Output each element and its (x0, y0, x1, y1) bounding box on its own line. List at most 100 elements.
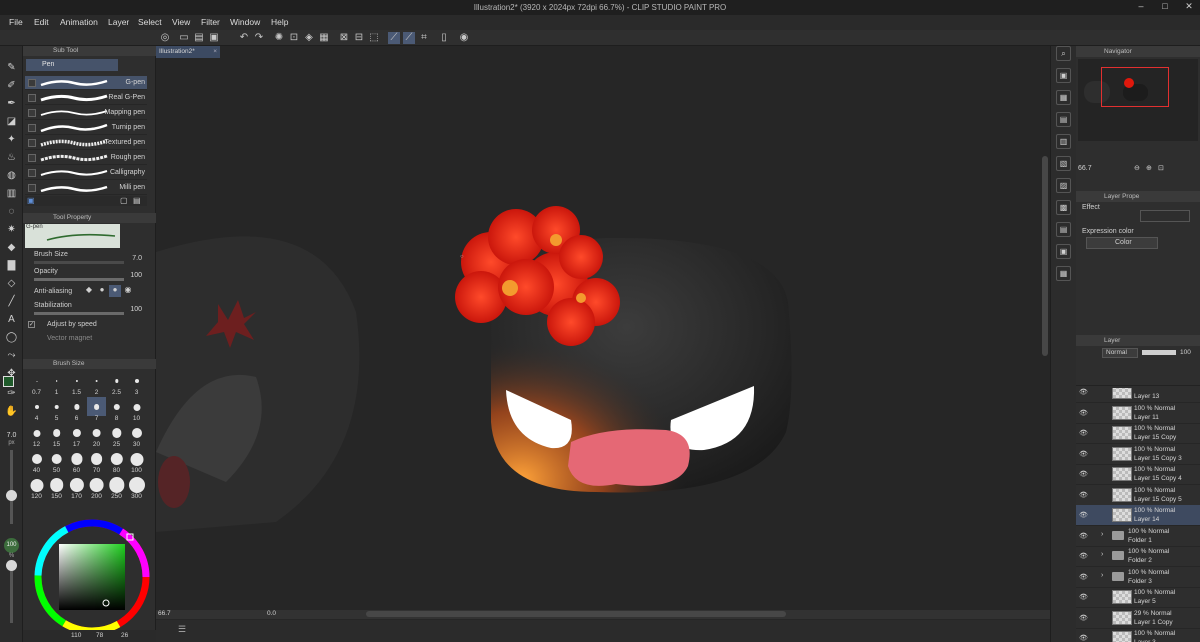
cut-selection-icon[interactable]: ⊠ (338, 32, 350, 44)
brush-size-preset[interactable]: 25 (107, 423, 126, 448)
brush-size-preset[interactable]: 8 (107, 397, 126, 422)
clip-studio-icon[interactable]: ◎ (159, 32, 171, 44)
visibility-eye-icon[interactable]: 👁 (1079, 409, 1088, 417)
menu-window[interactable]: Window (230, 17, 260, 27)
brush-milli-pen[interactable]: Milli pen (25, 181, 147, 195)
layer-row[interactable]: 👁 100 % Normal Layer 14 (1076, 505, 1200, 526)
brush-size-preset[interactable]: 170 (67, 475, 86, 500)
visibility-eye-icon[interactable]: 👁 (1079, 552, 1088, 560)
visibility-eye-icon[interactable]: 👁 (1079, 593, 1088, 601)
layer-row[interactable]: 👁 29 % Normal Layer 1 Copy (1076, 608, 1200, 629)
visibility-eye-icon[interactable]: 👁 (1079, 491, 1088, 499)
visibility-eye-icon[interactable]: 👁 (1079, 429, 1088, 437)
pen-tool-icon[interactable]: ✎ (4, 60, 19, 75)
quick-access-icon[interactable]: ▦ (1056, 266, 1071, 281)
history-icon[interactable]: ▤ (1056, 112, 1071, 127)
snap-grid-icon[interactable]: ⌗ (418, 32, 430, 44)
visibility-eye-icon[interactable]: 👁 (1079, 388, 1088, 396)
zoom-out-icon[interactable]: ⊖ (1134, 164, 1140, 172)
brush-tool-icon[interactable]: ✒ (4, 96, 19, 111)
sub-tool-menu-icon[interactable]: ▣ (27, 196, 35, 205)
deselect-icon[interactable]: ⬚ (368, 32, 380, 44)
brush-calligraphy[interactable]: Calligraphy (25, 166, 147, 180)
new-sub-tool-icon[interactable]: ▢ (120, 196, 128, 205)
brush-checkbox[interactable] (28, 124, 36, 132)
adjust-by-speed-checkbox[interactable]: ✓ (28, 321, 35, 328)
opacity-slider-handle[interactable] (6, 560, 17, 571)
brush-size-preset[interactable]: 200 (87, 475, 106, 500)
menu-select[interactable]: Select (138, 17, 162, 27)
clear-outside-icon[interactable]: ⊡ (288, 32, 300, 44)
balloon-tool-icon[interactable]: ◯ (4, 330, 19, 345)
maximize-button[interactable]: □ (1157, 1, 1173, 13)
close-button[interactable]: ✕ (1181, 1, 1197, 13)
lasso-tool-icon[interactable]: ◌ (4, 204, 19, 219)
brush-size-value[interactable]: 7.0 (132, 255, 142, 262)
frame-tool-icon[interactable]: ▥ (4, 186, 19, 201)
visibility-eye-icon[interactable]: 👁 (1079, 614, 1088, 622)
brush-size-preset[interactable]: 1.5 (67, 371, 86, 396)
brush-rough-pen[interactable]: Rough pen (25, 151, 147, 165)
timeline-icon[interactable]: ☰ (178, 624, 186, 635)
brush-size-preset[interactable]: 4 (27, 397, 46, 422)
aa-strong-icon[interactable]: ◉ (122, 285, 134, 297)
fit-icon[interactable]: ⊡ (1158, 164, 1164, 172)
layer-row[interactable]: 👁100 % NormalLayer 3 (1076, 628, 1200, 642)
menu-edit[interactable]: Edit (34, 17, 49, 27)
canvas-area[interactable]: Illustration2* × ○ 66.7 0.0 ☰ (156, 46, 1050, 642)
menu-filter[interactable]: Filter (201, 17, 220, 27)
navigator-zoom-value[interactable]: 66.7 (1078, 165, 1092, 172)
brush-size-slider[interactable] (10, 450, 13, 524)
brush-checkbox[interactable] (28, 139, 36, 147)
delete-sub-tool-icon[interactable]: ▤ (133, 196, 141, 205)
save-icon[interactable]: ▣ (208, 32, 220, 44)
gradient-tool-icon[interactable]: ▇ (4, 258, 19, 273)
search-icon[interactable]: ⌕ (1056, 46, 1071, 61)
open-file-icon[interactable]: ▤ (193, 32, 205, 44)
brush-size-preset[interactable]: 60 (67, 449, 86, 474)
brush-mapping-pen[interactable]: Mapping pen (25, 106, 147, 120)
blend-tool-icon[interactable]: ◍ (4, 168, 19, 183)
text-tool-icon[interactable]: A (4, 312, 19, 327)
brush-size-preset[interactable]: 7 (87, 397, 106, 422)
layer-opacity-value[interactable]: 100 (1180, 349, 1191, 356)
menu-animation[interactable]: Animation (60, 17, 98, 27)
angle-readout[interactable]: 0.0 (267, 610, 276, 617)
layer-row[interactable]: 👁 › 100 % Normal Folder 3 (1076, 567, 1200, 588)
eyedropper-tool-icon[interactable]: ✑ (4, 386, 19, 401)
layer-row[interactable]: 👁 › 100 % Normal Folder 2 (1076, 546, 1200, 567)
animation-cels-icon[interactable]: ▤ (1056, 222, 1071, 237)
stabilization-value[interactable]: 100 (130, 306, 142, 313)
zoom-readout[interactable]: 66.7 (158, 610, 171, 617)
folder-expand-icon[interactable]: › (1101, 531, 1103, 538)
expression-color-select[interactable]: Color (1086, 237, 1158, 249)
brush-size-slider-handle[interactable] (6, 490, 17, 501)
fill-tool-icon[interactable]: ◆ (4, 240, 19, 255)
brush-size-preset[interactable]: 40 (27, 449, 46, 474)
snap-ruler-icon[interactable]: ⟋ (388, 32, 400, 44)
brush-size-preset[interactable]: 20 (87, 423, 106, 448)
brush-checkbox[interactable] (28, 109, 36, 117)
visibility-eye-icon[interactable]: 👁 (1079, 573, 1088, 581)
brush-size-preset[interactable]: 12 (27, 423, 46, 448)
aa-weak-icon[interactable]: ● (96, 285, 108, 297)
item-bank-icon[interactable]: ▦ (1056, 90, 1071, 105)
brush-size-preset[interactable]: 150 (47, 475, 66, 500)
brush-size-preset[interactable]: 15 (47, 423, 66, 448)
info-icon[interactable]: ▩ (1056, 200, 1071, 215)
layer-row[interactable]: 👁 › 100 % Normal Folder 1 (1076, 526, 1200, 547)
drawing-canvas[interactable]: ○ (156, 192, 1050, 612)
material-list-icon[interactable]: ▣ (1056, 244, 1071, 259)
brush-size-preset[interactable]: 50 (47, 449, 66, 474)
layer-search-icon[interactable]: ▧ (1056, 156, 1071, 171)
clear-icon[interactable]: ✺ (273, 32, 285, 44)
stabilization-slider[interactable] (34, 312, 124, 315)
menu-file[interactable]: File (9, 17, 23, 27)
layer-row[interactable]: 👁 100 % Normal Layer 11 (1076, 403, 1200, 424)
correct-line-tool-icon[interactable]: ⤳ (4, 348, 19, 363)
brush-textured-pen[interactable]: Textured pen (25, 136, 147, 150)
visibility-eye-icon[interactable]: 👁 (1079, 450, 1088, 458)
brush-size-preset[interactable]: 120 (27, 475, 46, 500)
brush-size-preset[interactable]: 17 (67, 423, 86, 448)
brush-size-preset[interactable]: 30 (127, 423, 146, 448)
